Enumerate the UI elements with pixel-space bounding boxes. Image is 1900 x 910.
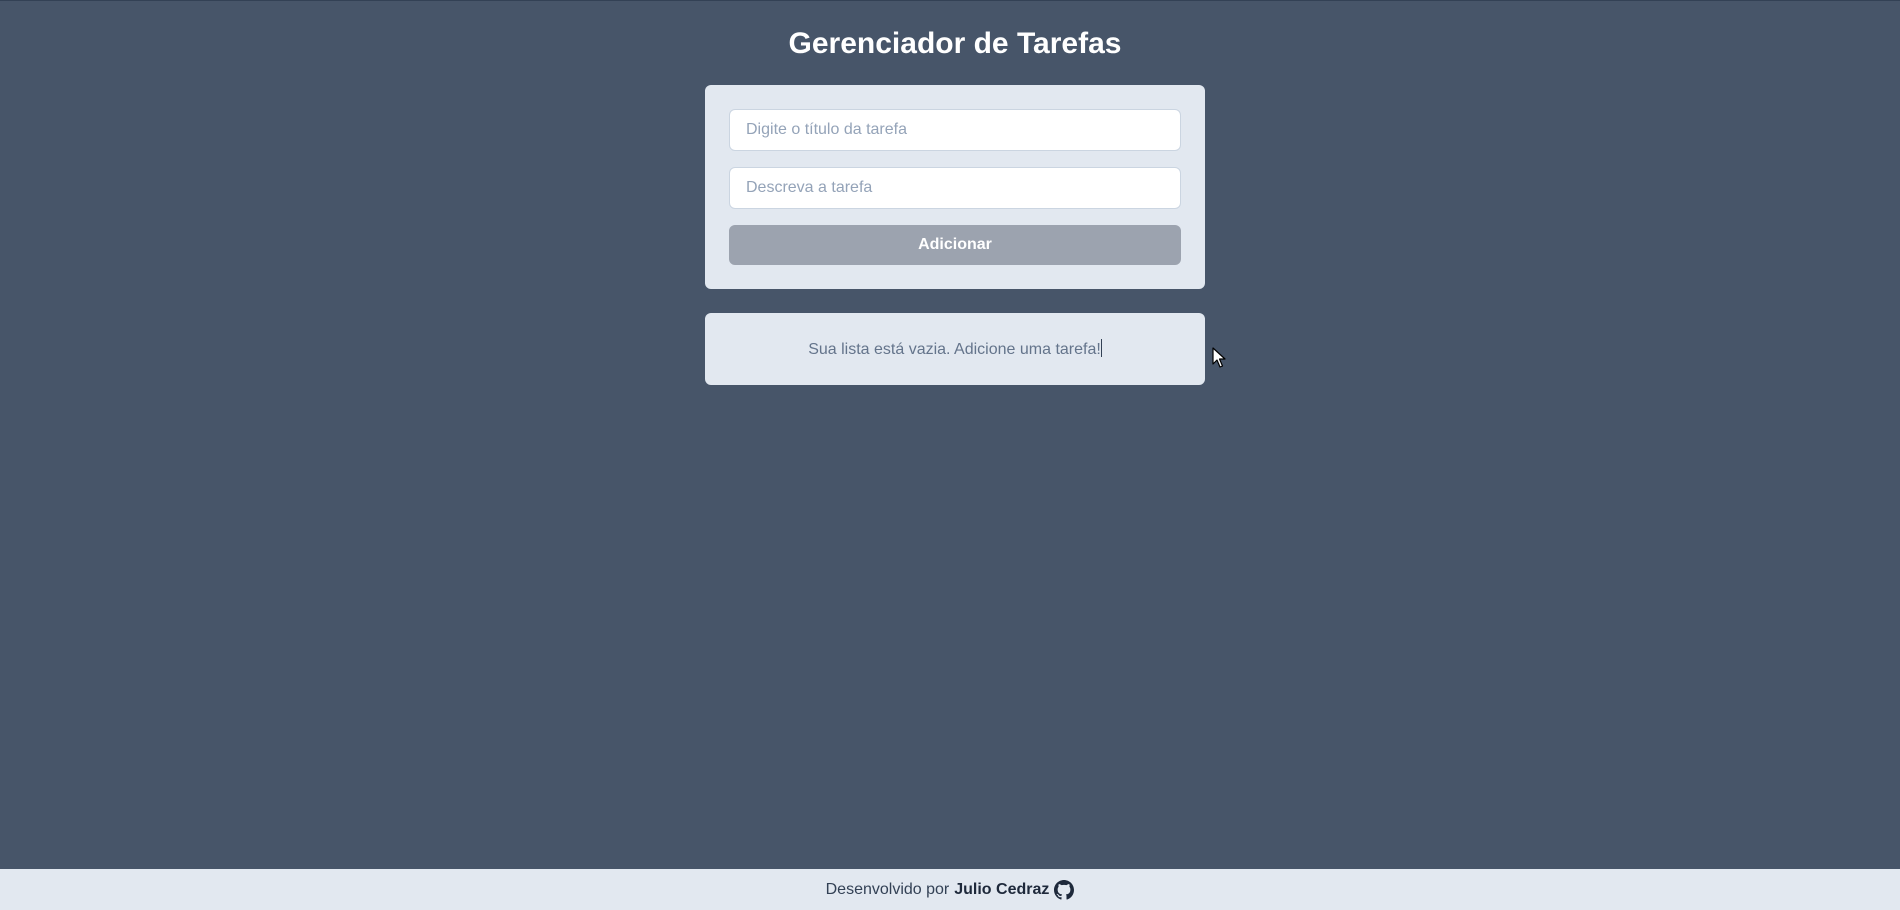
task-description-input[interactable] xyxy=(729,167,1181,209)
page-title: Gerenciador de Tarefas xyxy=(788,27,1122,60)
task-list: Sua lista está vazia. Adicione uma taref… xyxy=(705,313,1205,385)
mouse-pointer-icon xyxy=(1212,347,1226,368)
footer: Desenvolvido por Julio Cedraz xyxy=(0,869,1900,910)
main-container: Gerenciador de Tarefas Adicionar Sua lis… xyxy=(705,0,1205,385)
empty-list-text: Sua lista está vazia. Adicione uma taref… xyxy=(808,341,1101,358)
github-icon[interactable] xyxy=(1054,879,1075,900)
text-caret xyxy=(1100,339,1102,357)
add-task-button[interactable]: Adicionar xyxy=(729,225,1181,265)
author-link[interactable]: Julio Cedraz xyxy=(954,881,1049,899)
footer-prefix: Desenvolvido por xyxy=(825,880,950,898)
empty-list-message: Sua lista está vazia. Adicione uma taref… xyxy=(808,339,1102,359)
task-title-input[interactable] xyxy=(729,109,1181,151)
task-form: Adicionar xyxy=(705,85,1205,289)
